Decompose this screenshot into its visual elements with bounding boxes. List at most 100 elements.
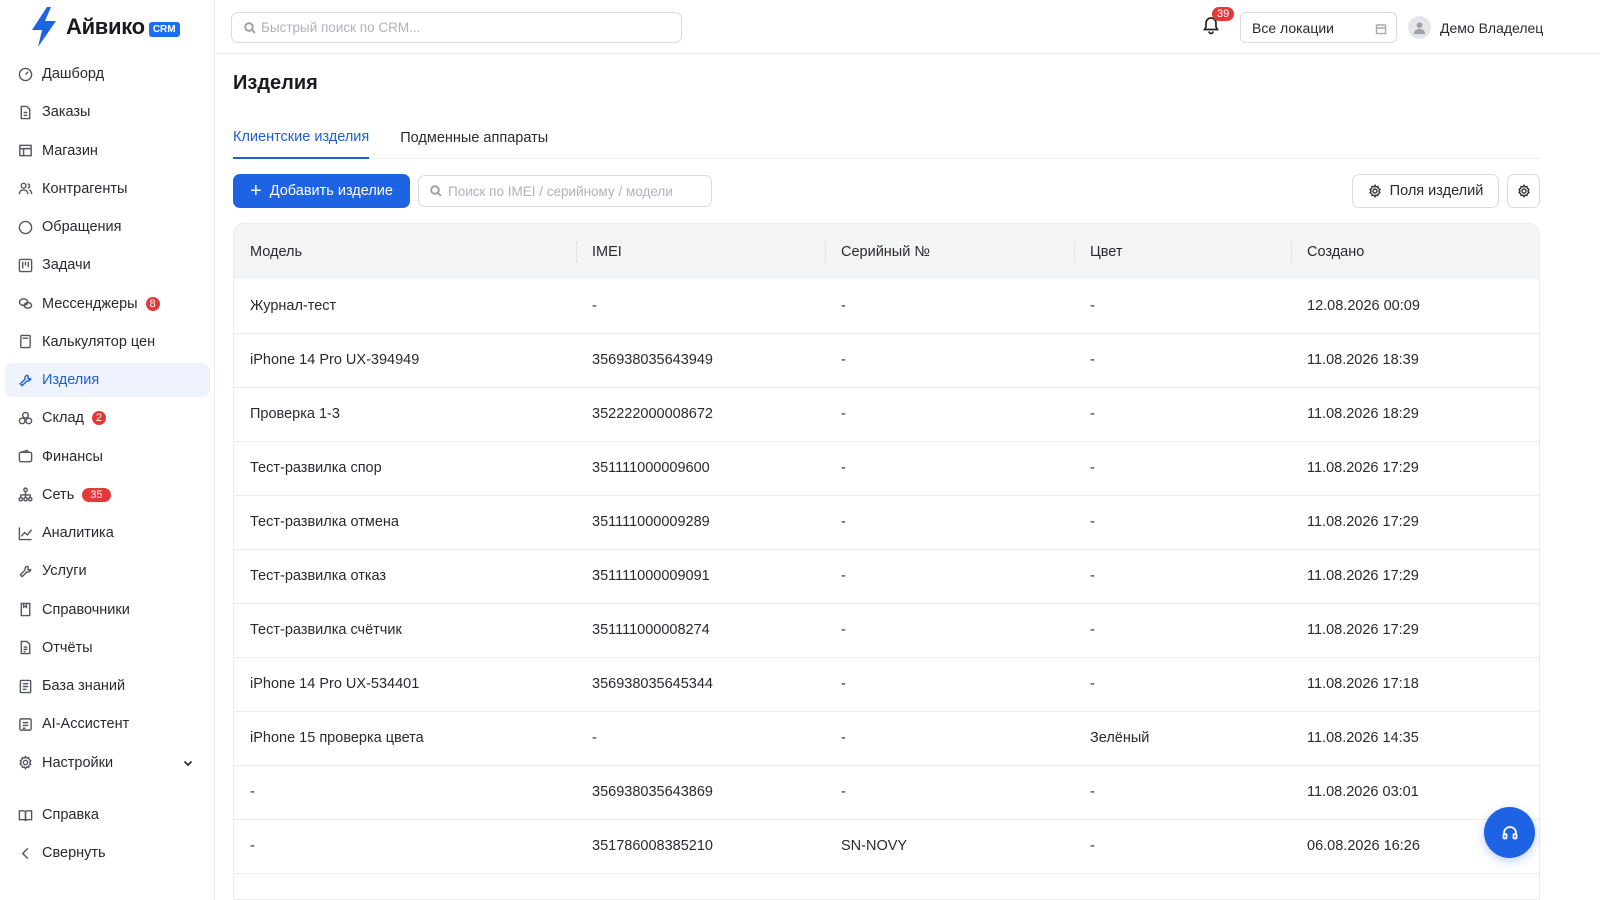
table-row[interactable]: Проверка 1-3 352222000008672 - - 11.08.2026 …: [234, 387, 1539, 441]
sidebar-item-label: Свернуть: [42, 845, 106, 862]
sidebar-item-store[interactable]: Магазин: [5, 134, 210, 168]
column-header-model[interactable]: Модель: [234, 224, 576, 279]
cell-color: Зелёный: [1090, 730, 1150, 746]
cell-imei: 352222000008672: [592, 406, 713, 422]
table-row[interactable]: Тест-развилка спор 351111000009600 - - 11.08…: [234, 441, 1539, 495]
column-header-imei[interactable]: IMEI: [576, 224, 825, 279]
global-search-input[interactable]: [261, 20, 655, 35]
table-row[interactable]: Тест-развилка отказ 351111000009091 - - 11.0…: [234, 549, 1539, 603]
cell-serial: -: [841, 406, 846, 422]
column-header-created[interactable]: Создано: [1291, 224, 1539, 279]
global-search[interactable]: [231, 12, 682, 43]
sidebar-item-label: Услуги: [42, 563, 87, 580]
tab-replacement-devices[interactable]: Подменные аппараты: [400, 116, 548, 159]
topbar: 39 Все локации Демо Владелец: [216, 0, 1600, 54]
cell-model: Журнал-тест: [250, 297, 337, 314]
gear-icon: [17, 755, 33, 771]
calculator-icon: [17, 334, 33, 350]
cell-color: -: [1090, 784, 1095, 800]
table-row[interactable]: iPhone 15 проверка цвета - - Зелёный 11.08.2…: [234, 711, 1539, 765]
cell-serial: -: [841, 568, 846, 584]
cell-serial: -: [841, 297, 846, 314]
product-search[interactable]: [418, 175, 712, 207]
sidebar-item-finance[interactable]: Финансы: [5, 440, 210, 474]
support-chat-button[interactable]: [1484, 807, 1535, 858]
cell-serial: -: [841, 730, 846, 746]
gear-icon: [1517, 184, 1530, 198]
cell-serial: -: [841, 676, 846, 692]
users-icon: [17, 181, 33, 197]
sidebar-item-warehouse[interactable]: Склад 2: [5, 401, 210, 435]
sidebar-item-analytics[interactable]: Аналитика: [5, 516, 210, 550]
sidebar-item-network[interactable]: Сеть 35: [5, 478, 210, 512]
tab-client-products[interactable]: Клиентские изделия: [233, 116, 370, 159]
table-row[interactable]: Журнал-тест - - - 12.08.2026 00:09: [234, 279, 1539, 333]
logo-badge: CRM: [148, 22, 180, 37]
sidebar: Айвико CRM Дашборд Заказы Магазин Контра…: [0, 0, 215, 900]
sidebar-item-label: Заказы: [42, 104, 91, 121]
ai-icon: [17, 716, 33, 732]
sidebar-item-ai-assistant[interactable]: AI-Ассистент: [5, 707, 210, 741]
product-search-input[interactable]: [448, 183, 701, 199]
sidebar-item-messengers[interactable]: Мессенджеры 8: [5, 287, 210, 321]
sidebar-item-label: Аналитика: [42, 525, 114, 541]
sidebar-item-price-calculator[interactable]: Калькулятор цен: [5, 325, 210, 359]
logo-text: Айвико: [66, 14, 145, 39]
products-table: Модель IMEI Серийный № Цвет Создано Журн…: [233, 223, 1540, 900]
cell-model: Тест-развилка счётчик: [250, 622, 402, 638]
column-header-color[interactable]: Цвет: [1074, 224, 1291, 279]
cell-color: -: [1090, 460, 1095, 476]
tabs: Клиентские изделия Подменные аппараты: [233, 116, 1540, 159]
lightning-logo-icon: [32, 7, 56, 47]
location-select[interactable]: Все локации: [1240, 12, 1397, 43]
wrench-icon: [17, 372, 33, 388]
sidebar-item-help[interactable]: Справка: [5, 798, 210, 832]
sidebar-bottom: Справка Свернуть: [5, 798, 210, 875]
cell-color: -: [1090, 622, 1095, 638]
table-row[interactable]: iPhone 14 Pro UX-394949 356938035643949 - -…: [234, 333, 1539, 387]
add-product-button[interactable]: + Добавить изделие: [233, 174, 410, 208]
product-fields-button[interactable]: Поля изделий: [1352, 174, 1499, 208]
chevron-down-icon[interactable]: [182, 757, 194, 769]
sidebar-item-tasks[interactable]: Задачи: [5, 248, 210, 282]
cell-imei: 356938035645344: [592, 676, 713, 692]
cell-serial: -: [841, 784, 846, 800]
table-row[interactable]: Тест-развилка отмена 351111000009289 - - 11.…: [234, 495, 1539, 549]
sidebar-item-dashboard[interactable]: Дашборд: [5, 57, 210, 91]
table-row[interactable]: Тест-развилка счётчик 351111000008274 - - 11…: [234, 603, 1539, 657]
sidebar-item-label: Мессенджеры: [42, 295, 138, 312]
sidebar-item-services[interactable]: Услуги: [5, 554, 210, 588]
column-header-serial[interactable]: Серийный №: [825, 224, 1074, 279]
messengers-badge: 8: [145, 296, 160, 311]
table-row[interactable]: iPhone 14 Pro UX-534401 356938035645344 - -…: [234, 657, 1539, 711]
sidebar-item-orders[interactable]: Заказы: [5, 95, 210, 129]
sidebar-item-label: Задачи: [42, 257, 91, 274]
table-row[interactable]: -351786008385210 SN-NOVY -06.08.2026 16:26: [234, 819, 1539, 873]
cell-model: -: [250, 838, 255, 854]
sidebar-item-products[interactable]: Изделия: [5, 363, 210, 397]
sidebar-item-reports[interactable]: Отчёты: [5, 631, 210, 665]
cell-model: iPhone 15 проверка цвета: [250, 730, 424, 746]
sidebar-item-settings[interactable]: Настройки: [5, 746, 210, 780]
chevron-left-icon: [17, 845, 33, 861]
table-row[interactable]: -356938035643869- -11.08.2026 03:01: [234, 765, 1539, 819]
warehouse-badge: 2: [91, 411, 106, 426]
location-select-value: Все локации: [1252, 19, 1335, 36]
cell-imei: 351111000009289: [592, 514, 710, 530]
sidebar-item-directories[interactable]: Справочники: [5, 593, 210, 627]
chart-line-icon: [17, 525, 33, 541]
sidebar-item-requests[interactable]: Обращения: [5, 210, 210, 244]
cell-created: 11.08.2026 18:39: [1307, 352, 1419, 368]
cell-color: -: [1090, 568, 1095, 584]
user-menu[interactable]: Демо Владелец: [1408, 16, 1543, 39]
logo[interactable]: Айвико CRM: [28, 6, 180, 48]
cell-color: -: [1090, 514, 1095, 530]
cell-imei: 351111000008274: [592, 622, 710, 638]
sidebar-item-knowledge-base[interactable]: База знаний: [5, 669, 210, 703]
cell-serial: -: [841, 352, 846, 368]
table-settings-button[interactable]: [1507, 174, 1540, 208]
cell-created: 11.08.2026 17:29: [1307, 622, 1419, 638]
sidebar-item-contractors[interactable]: Контрагенты: [5, 172, 210, 206]
cell-serial: -: [841, 460, 846, 476]
sidebar-item-collapse[interactable]: Свернуть: [5, 836, 210, 870]
